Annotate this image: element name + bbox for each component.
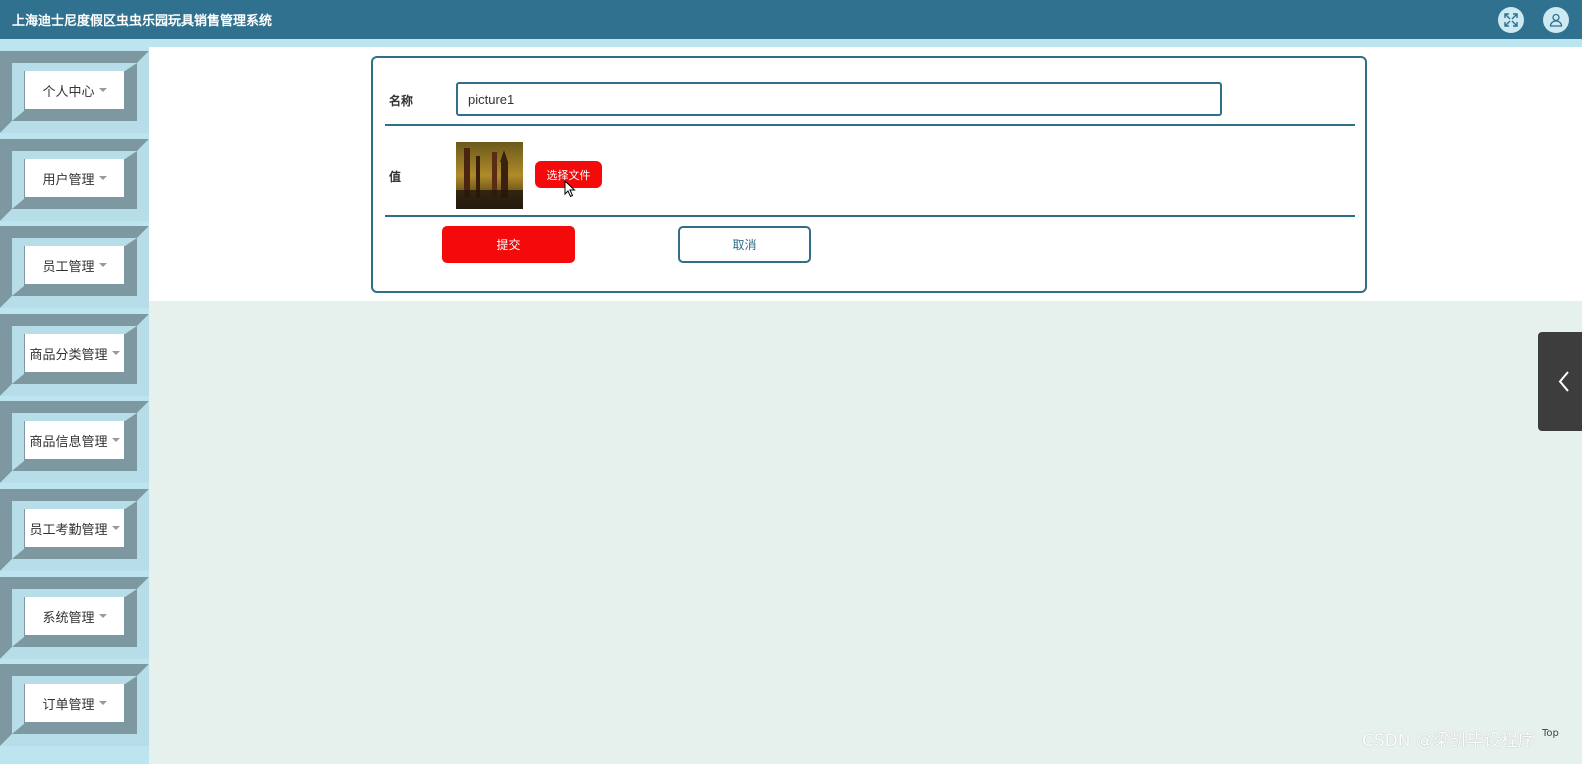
sidebar-item[interactable]: 商品信息管理 xyxy=(0,397,149,483)
header-strip xyxy=(0,39,1582,47)
sidebar-item-text: 个人中心 xyxy=(42,84,95,100)
sidebar-item[interactable]: 员工考勤管理 xyxy=(0,485,149,571)
sidebar-item-label: 员工管理 xyxy=(25,246,124,284)
image-preview xyxy=(456,142,523,209)
value-label: 值 xyxy=(389,170,402,184)
sidebar-item-text: 员工考勤管理 xyxy=(29,522,108,538)
caret-down-icon xyxy=(98,263,107,267)
row-divider xyxy=(385,215,1355,217)
row-divider xyxy=(385,124,1355,126)
sidebar-item-label: 用户管理 xyxy=(25,159,124,197)
sidebar-item[interactable]: 用户管理 xyxy=(0,135,149,221)
sidebar-item-text: 商品分类管理 xyxy=(29,347,108,363)
sidebar-item-text: 系统管理 xyxy=(42,610,95,626)
sidebar-item-text: 用户管理 xyxy=(42,172,95,188)
top-header: 上海迪士尼度假区虫虫乐园玩具销售管理系统 xyxy=(0,0,1582,39)
sidebar-item-text: 员工管理 xyxy=(42,259,95,275)
sidebar-item-label: 系统管理 xyxy=(25,597,124,635)
sidebar-item-label: 订单管理 xyxy=(25,684,124,722)
name-label: 名称 xyxy=(389,94,414,108)
sidebar-item-text: 商品信息管理 xyxy=(29,434,108,450)
sidebar-item-label: 商品分类管理 xyxy=(25,334,124,372)
submit-button[interactable]: 提交 xyxy=(442,226,575,263)
caret-down-icon xyxy=(98,176,107,180)
caret-down-icon xyxy=(111,438,120,442)
chevron-left-icon xyxy=(1558,371,1569,392)
fullscreen-button[interactable] xyxy=(1498,7,1524,33)
sidebar-item[interactable]: 个人中心 xyxy=(0,47,149,133)
sidebar-item[interactable]: 订单管理 xyxy=(0,660,149,746)
sidebar-item-label: 个人中心 xyxy=(25,71,124,109)
caret-down-icon xyxy=(111,351,120,355)
expand-icon xyxy=(1504,13,1518,27)
sidebar-item[interactable]: 商品分类管理 xyxy=(0,310,149,396)
sidebar-item-label: 员工考勤管理 xyxy=(25,509,124,547)
sidebar-item[interactable]: 系统管理 xyxy=(0,573,149,659)
caret-down-icon xyxy=(98,701,107,705)
mouse-cursor-icon xyxy=(564,180,576,198)
sidebar-item[interactable]: 员工管理 xyxy=(0,222,149,308)
caret-down-icon xyxy=(98,614,107,618)
watermark-text: CSDN @梁凯毕设程序 xyxy=(1362,731,1535,751)
back-to-top-button[interactable]: Top xyxy=(1542,728,1559,739)
user-icon xyxy=(1549,13,1563,27)
caret-down-icon xyxy=(111,526,120,530)
cancel-button[interactable]: 取消 xyxy=(678,226,811,263)
user-button[interactable] xyxy=(1543,7,1569,33)
sidebar-item-text: 订单管理 xyxy=(42,697,95,713)
side-panel-toggle[interactable] xyxy=(1538,332,1582,431)
uploaded-image-thumbnail xyxy=(456,142,523,209)
edit-form: 名称 值 选择文件 提交 取消 xyxy=(371,56,1367,293)
name-input[interactable] xyxy=(456,82,1222,116)
sidebar-item-label: 商品信息管理 xyxy=(25,421,124,459)
app-title: 上海迪士尼度假区虫虫乐园玩具销售管理系统 xyxy=(12,14,273,29)
caret-down-icon xyxy=(98,88,107,92)
